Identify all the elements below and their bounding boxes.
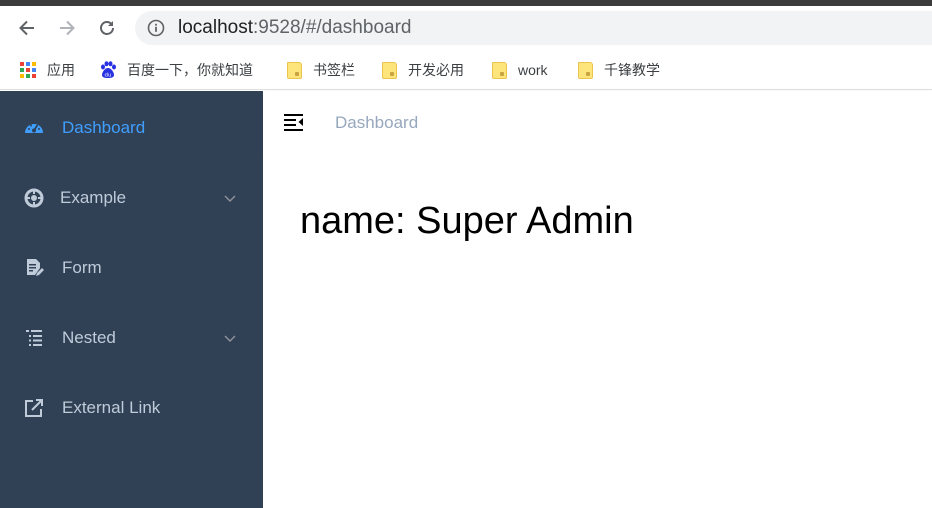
baidu-paw-icon: du	[99, 61, 117, 79]
apps-grid-icon	[19, 61, 37, 79]
folder-icon	[285, 61, 303, 79]
info-circle-icon[interactable]	[147, 19, 165, 37]
bookmark-label: 百度一下，你就知道	[127, 62, 253, 78]
bookmark-folder-3[interactable]: work	[490, 59, 548, 81]
bookmark-label: 千锋教学	[604, 62, 660, 78]
bookmark-label: 应用	[47, 62, 75, 78]
url-text[interactable]: localhost:9528/#/dashboard	[178, 18, 411, 38]
breadcrumb: Dashboard	[335, 113, 419, 132]
chevron-down-icon	[224, 335, 236, 342]
bookmark-folder-2[interactable]: 开发必用	[380, 59, 464, 81]
arrow-left-icon	[19, 20, 34, 36]
external-link-icon	[24, 398, 44, 418]
chevron-down-icon	[224, 195, 236, 202]
bookmark-baidu[interactable]: du 百度一下，你就知道	[99, 59, 253, 81]
bookmark-apps[interactable]: 应用	[19, 59, 75, 81]
folder-icon	[576, 61, 594, 79]
sidebar: Dashboard Example Form Nested External L…	[0, 91, 263, 508]
sidebar-item-label: Dashboard	[62, 118, 146, 137]
browser-toolbar: localhost:9528/#/dashboard	[0, 6, 932, 50]
forward-button[interactable]	[52, 13, 82, 43]
form-icon	[24, 258, 44, 278]
reload-button[interactable]	[92, 13, 122, 43]
folder-icon	[380, 61, 398, 79]
svg-text:du: du	[105, 73, 112, 79]
sidebar-item-dashboard[interactable]: Dashboard	[0, 100, 263, 156]
bookmark-folder-4[interactable]: 千锋教学	[576, 59, 660, 81]
folder-icon	[490, 61, 508, 79]
app-header: Dashboard	[263, 91, 932, 155]
dashboard-icon	[24, 118, 44, 138]
hamburger-icon[interactable]	[283, 112, 305, 132]
nested-icon	[24, 328, 44, 348]
reload-icon	[100, 21, 114, 35]
url-host: localhost	[178, 17, 253, 38]
bookmarks-bar: 应用 du 百度一下，你就知道 书签栏 开发必用 work 千锋教学	[0, 50, 932, 90]
bookmark-label: 书签栏	[313, 62, 355, 78]
dashboard-text: name: Super Admin	[300, 200, 634, 242]
arrow-right-icon	[60, 20, 75, 36]
address-bar[interactable]: localhost:9528/#/dashboard	[135, 11, 932, 45]
example-icon	[24, 188, 44, 208]
sidebar-item-label: External Link	[62, 398, 161, 417]
main-content: name: Super Admin	[263, 155, 932, 508]
bookmark-folder-1[interactable]: 书签栏	[285, 59, 355, 81]
sidebar-item-label: Form	[62, 258, 102, 277]
sidebar-item-example[interactable]: Example	[0, 170, 263, 226]
bookmark-label: 开发必用	[408, 62, 464, 78]
back-button[interactable]	[12, 13, 42, 43]
bookmark-label: work	[518, 62, 548, 78]
sidebar-item-external-link[interactable]: External Link	[0, 380, 263, 436]
sidebar-item-label: Nested	[62, 328, 116, 347]
sidebar-item-label: Example	[60, 188, 127, 207]
sidebar-item-form[interactable]: Form	[0, 240, 263, 296]
sidebar-item-nested[interactable]: Nested	[0, 310, 263, 366]
url-path: :9528/#/dashboard	[253, 17, 412, 38]
